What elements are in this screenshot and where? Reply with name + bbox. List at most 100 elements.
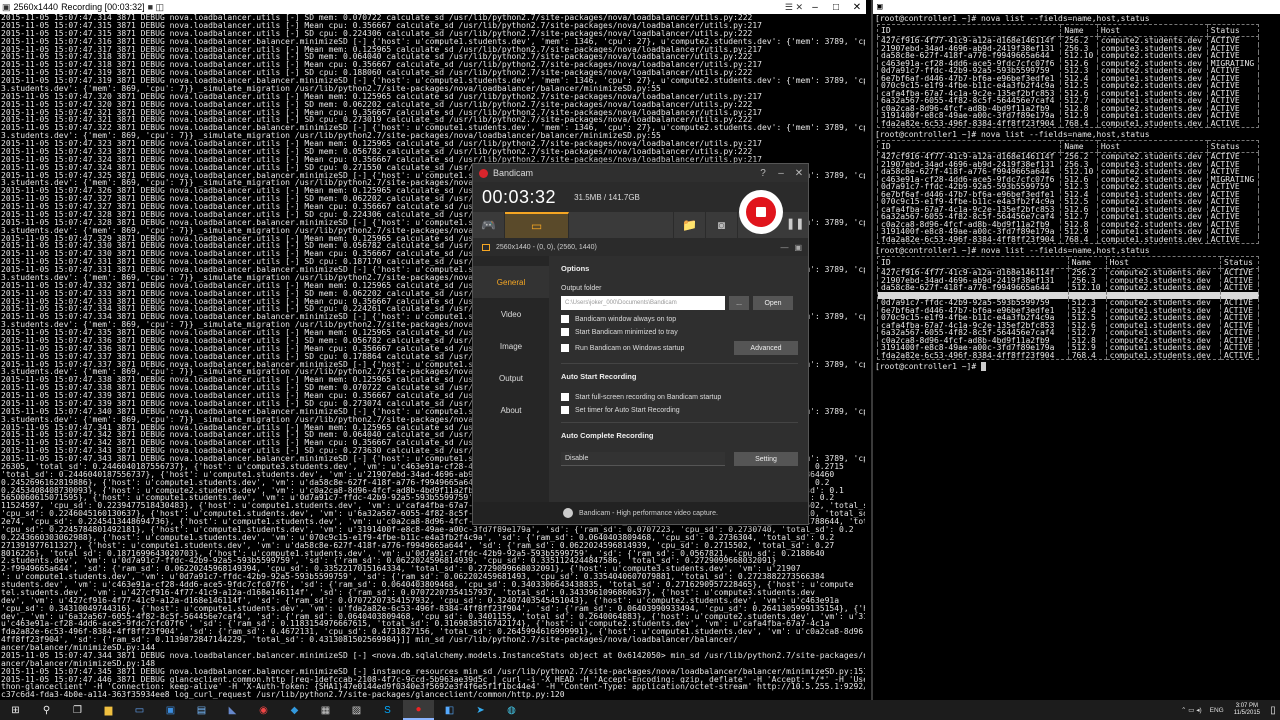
checkbox-start-minimized[interactable]	[561, 328, 569, 336]
clock-date: 11/5/2015	[1233, 710, 1260, 716]
option-label: Run Bandicam on Windows startup	[575, 344, 685, 352]
search-icon[interactable]: ⚲	[31, 700, 62, 720]
table-cell: compute1.students.dev	[1105, 351, 1221, 360]
record-controls-icon[interactable]: ■ ◫	[148, 2, 164, 13]
nova-list-table: ID Name Host Status 427cf916-4f77-41c9-a12a-…	[876, 140, 1260, 244]
column-header: Status	[1206, 24, 1260, 37]
clock-time: 3:07 PM	[1235, 703, 1259, 709]
column-header: Status	[1220, 256, 1259, 269]
camera-icon[interactable]: ◙	[706, 212, 738, 238]
terminal-icon: ▣	[2, 1, 11, 12]
close-icon[interactable]: ✕	[848, 2, 866, 13]
setting-button[interactable]: Setting	[734, 452, 798, 466]
bandicam-icon[interactable]: ●	[403, 700, 434, 720]
nova-list-table: ID Name Host Status 427cf916-4f77-41c9-a12a-…	[877, 256, 1259, 360]
tray-icons[interactable]: ⌃ ▭ ◂)	[1177, 706, 1206, 714]
table-row: fda2a82e-6c53-496f-8384-4ff8ff23f904 768.…	[876, 119, 1260, 128]
game-mode-icon[interactable]: 🎮	[473, 212, 505, 238]
store-icon[interactable]: ▤	[186, 700, 217, 720]
visual-studio-icon[interactable]: ◣	[217, 700, 248, 720]
telegram-icon[interactable]: ➤	[465, 700, 496, 720]
checkbox-fullscreen-startup[interactable]	[561, 393, 569, 401]
log-line: 2015-11-05 15:07:47.317 3871 DEBUG nova.…	[1, 45, 762, 54]
right-terminal-window[interactable]: ▣ [root@controller1 ~]# nova list --fiel…	[871, 0, 1280, 700]
minimize-icon[interactable]: –	[806, 2, 824, 13]
explorer-icon[interactable]: ▭	[124, 700, 155, 720]
command-prompt: [root@controller1 ~]# nova list --fields…	[875, 130, 1150, 139]
command-prompt: [root@controller1 ~]# nova list --fields…	[875, 246, 1150, 255]
toolbar-icons[interactable]: ☰ ✕	[785, 2, 803, 13]
stop-icon	[756, 207, 766, 217]
record-button[interactable]	[739, 190, 783, 234]
start-icon[interactable]: ⊞	[0, 700, 31, 720]
log-line: thon-glanceclient' -H 'Connection: keep-…	[1, 683, 865, 692]
terminal-icon[interactable]: ▦	[310, 700, 341, 720]
browser-icon[interactable]: ◍	[496, 700, 527, 720]
output-folder-field[interactable]: C:\Users\joker_000\Documents\Bandicam	[561, 296, 725, 310]
notifications-icon[interactable]: ▯	[1266, 700, 1280, 720]
log-line: 2015-11-05 15:07:47.321 3871 DEBUG nova.…	[1, 116, 753, 125]
resolution-bar[interactable]: 2560x1440 - (0, 0), (2560, 1440) — ▣	[473, 238, 808, 256]
app-icon[interactable]: ◧	[434, 700, 465, 720]
auto-complete-value[interactable]: Disable	[561, 452, 725, 466]
final-prompt[interactable]: [root@controller1 ~]#	[875, 362, 1278, 371]
language-indicator[interactable]: ENG	[1206, 707, 1228, 714]
bandicam-logo-icon	[479, 168, 488, 178]
column-header: ID	[877, 256, 1069, 269]
log-line: 8016226}, 'total_sd': 0.1871699643020703…	[1, 549, 825, 558]
table-row: fda2a82e-6c53-496f-8384-4ff8ff23f904 768.…	[876, 235, 1260, 244]
bandicam-window[interactable]: Bandicam ? – ✕ 00:03:32 31.5MB / 141.7GB…	[472, 163, 809, 525]
folder-icon[interactable]: 📁	[674, 212, 706, 238]
pause-icon[interactable]: ❚❚	[786, 217, 804, 230]
advanced-button[interactable]: Advanced	[734, 341, 798, 355]
log-line: 2015-11-05 15:07:47.316 3871 DEBUG nova.…	[1, 37, 865, 46]
log-line: 4ff8ff23f904', 'sd': {'ram_sd': 0.113987…	[1, 636, 738, 644]
checkbox-run-on-startup[interactable]	[561, 344, 569, 352]
bandicam-titlebar[interactable]: Bandicam ? – ✕	[473, 164, 808, 182]
task-view-icon[interactable]: ❐	[62, 700, 93, 720]
command-prompt: [root@controller1 ~]# nova list --fields…	[875, 14, 1150, 23]
general-panel: Options Output folder C:\Users\joker_000…	[549, 256, 808, 508]
nav-output[interactable]: Output	[473, 362, 549, 394]
minimize-icon[interactable]: –	[772, 168, 790, 179]
help-icon[interactable]: ?	[754, 168, 772, 179]
checkbox-always-on-top[interactable]	[561, 315, 569, 323]
vpn-icon[interactable]: ◆	[279, 700, 310, 720]
file-explorer-icon[interactable]: ▆	[93, 700, 124, 720]
table-cell: ACTIVE	[1206, 235, 1260, 244]
nav-general[interactable]: General	[473, 266, 549, 298]
log-line: ': u'compute1.students.dev', 'vm': u'0d7…	[1, 573, 825, 581]
taskbar: ⊞ ⚲ ❐ ▆ ▭ ▣ ▤ ◣ ◉ ◆ ▦ ▨ S ● ◧ ➤ ◍ ⌃ ▭ ◂)…	[0, 700, 1280, 720]
window-icon[interactable]: ▣	[794, 243, 802, 252]
close-icon[interactable]: ✕	[790, 168, 808, 179]
log-line: students.dev', 'vm': u'c463e91a-cf28-4dd…	[1, 581, 854, 589]
open-button[interactable]: Open	[753, 296, 793, 310]
table-cell: 768.4	[1067, 351, 1107, 360]
screen-region-icon	[482, 243, 490, 251]
nav-about[interactable]: About	[473, 394, 549, 426]
checkbox-timer[interactable]	[561, 406, 569, 414]
screen-mode-icon[interactable]: ▭	[505, 212, 569, 238]
log-line: 'cpu_sd': 0.34310049744316}, {'host': u'…	[1, 604, 865, 613]
log-line: 2015-11-05 15:07:47.318 3871 DEBUG nova.…	[1, 61, 762, 70]
table-cell: ACTIVE	[1206, 119, 1260, 128]
log-line: ancer/balancer/minimizeSD.py:144	[1, 644, 156, 652]
skype-icon[interactable]: S	[372, 700, 403, 720]
maximize-icon[interactable]: □	[827, 2, 845, 13]
browse-button[interactable]: ...	[729, 296, 749, 310]
nav-video[interactable]: Video	[473, 298, 549, 330]
left-terminal-titlebar[interactable]: ▣ 2560x1440 Recording [00:03:32] ■ ◫ ☰ ✕…	[0, 0, 866, 14]
collapse-icon[interactable]: —	[780, 243, 788, 252]
clock[interactable]: 3:07 PM 11/5/2015	[1228, 703, 1266, 717]
notepad-icon[interactable]: ▨	[341, 700, 372, 720]
nav-image[interactable]: Image	[473, 330, 549, 362]
chrome-icon[interactable]: ◉	[248, 700, 279, 720]
column-header: ID	[876, 140, 1061, 153]
right-terminal-titlebar[interactable]: ▣	[873, 0, 1280, 14]
log-line: 3.students.dev': {'mem': 869, 'cpu': 7}}…	[1, 132, 661, 140]
log-line: 2015-11-05 15:07:47.319 3871 DEBUG nova.…	[1, 77, 865, 85]
table-cell: fda2a82e-6c53-496f-8384-4ff8ff23f904	[876, 235, 1061, 244]
folder-icon[interactable]: ▣	[155, 700, 186, 720]
log-line: 2015-11-05 15:07:47.320 3871 DEBUG nova.…	[1, 92, 762, 101]
log-line: 2-f9949665a644', 'sd': {'ram_sd': 0.0622…	[1, 565, 801, 574]
